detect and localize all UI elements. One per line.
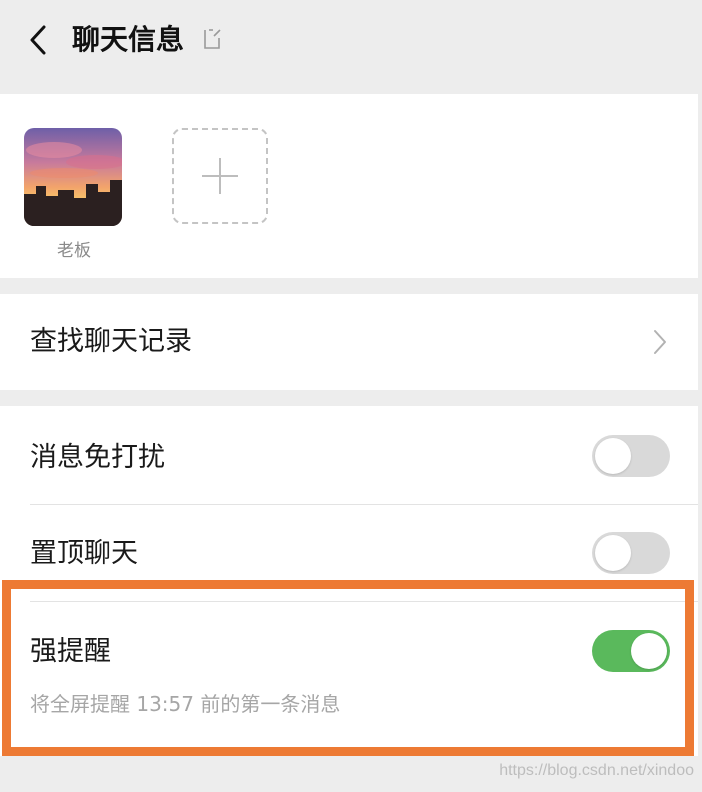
members-section: 老板 xyxy=(0,94,698,278)
mute-toggle[interactable] xyxy=(592,435,670,477)
divider xyxy=(30,601,698,602)
edit-icon[interactable] xyxy=(200,26,226,52)
toggle-knob xyxy=(595,438,631,474)
chevron-left-icon xyxy=(30,25,46,55)
strong-reminder-subtext: 将全屏提醒 13:57 前的第一条消息 xyxy=(30,692,341,716)
toggle-knob xyxy=(595,535,631,571)
divider xyxy=(30,504,698,505)
search-history-label: 查找聊天记录 xyxy=(30,326,192,357)
pin-label: 置顶聊天 xyxy=(30,538,138,569)
chat-info-screen: 聊天信息 老板 查找聊天记录 消息免打扰 置顶聊天 强提醒 将全屏提醒 13:5… xyxy=(0,0,702,792)
plus-icon xyxy=(202,158,238,194)
back-button[interactable] xyxy=(18,20,58,60)
sunset-photo xyxy=(24,128,122,226)
chevron-right-icon xyxy=(654,330,666,354)
strong-reminder-label: 强提醒 xyxy=(30,636,111,667)
page-title: 聊天信息 xyxy=(72,23,185,56)
mute-label: 消息免打扰 xyxy=(30,442,165,473)
header-bar: 聊天信息 xyxy=(0,0,702,80)
toggle-knob xyxy=(631,633,667,669)
strong-reminder-toggle[interactable] xyxy=(592,630,670,672)
member-item[interactable]: 老板 xyxy=(24,128,124,261)
search-history-row[interactable]: 查找聊天记录 xyxy=(0,294,698,390)
pin-toggle[interactable] xyxy=(592,532,670,574)
add-member-button[interactable] xyxy=(172,128,268,224)
watermark: https://blog.csdn.net/xindoo xyxy=(499,762,694,779)
member-name: 老板 xyxy=(57,241,91,261)
avatar[interactable] xyxy=(24,128,122,226)
settings-group: 消息免打扰 置顶聊天 强提醒 将全屏提醒 13:57 前的第一条消息 xyxy=(0,406,698,756)
